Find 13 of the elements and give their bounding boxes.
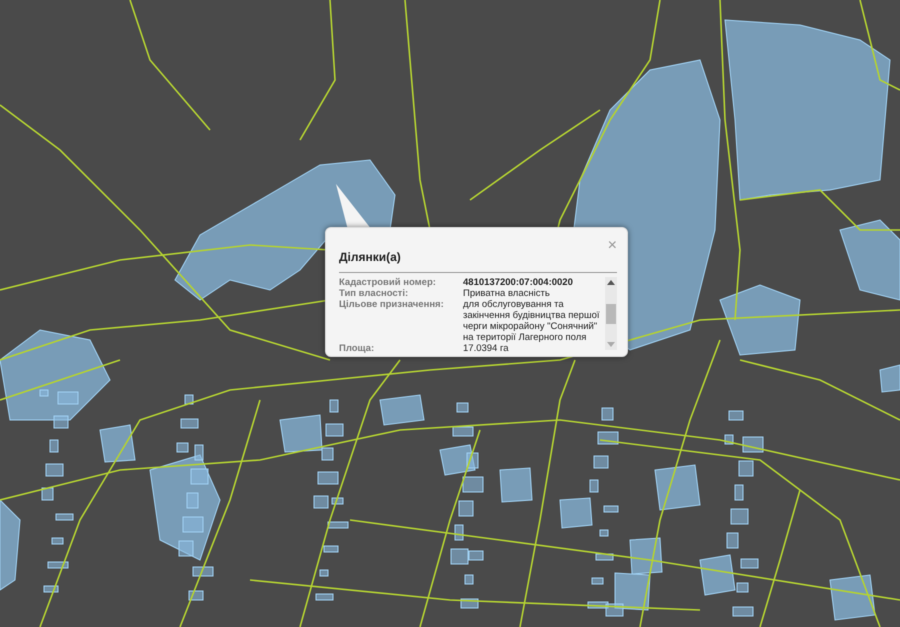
field-label: Кадастровий номер: <box>339 277 437 288</box>
field-value: 17.0394 га <box>463 343 510 354</box>
field-label: Тип власності: <box>339 288 410 299</box>
field-value: 4810137200:07:004:0020 <box>463 277 574 288</box>
field-label: Цільове призначення: <box>339 299 445 312</box>
close-button[interactable]: × <box>608 238 617 254</box>
field-value: Приватна власність <box>463 288 551 299</box>
field-label: Площа: <box>339 343 376 354</box>
scrollbar[interactable] <box>605 277 617 350</box>
popup-title: Ділянки(а) <box>339 250 401 264</box>
scroll-up-icon[interactable] <box>607 280 615 285</box>
scrollbar-thumb[interactable] <box>606 304 616 324</box>
field-value: для обслуговування та закінчення будівництва першої черги мікрорайону "Сонячний" на території Лагерного поля <box>463 299 600 343</box>
